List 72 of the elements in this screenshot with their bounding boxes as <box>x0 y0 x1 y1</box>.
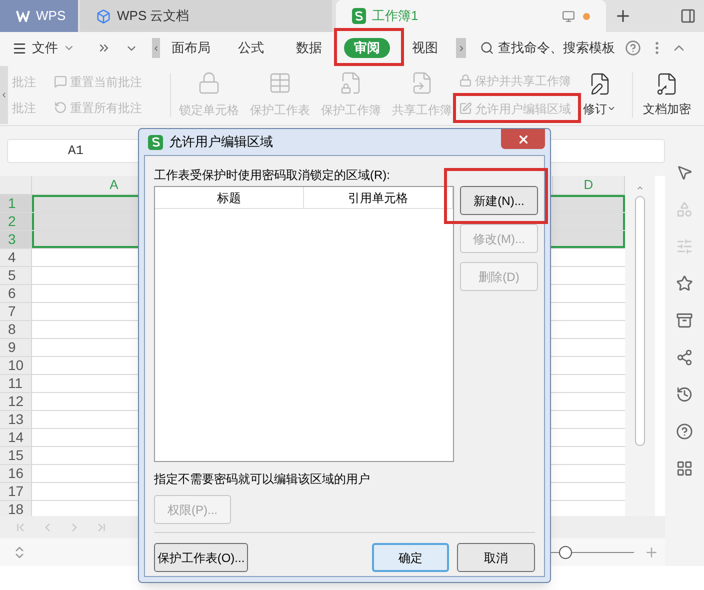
users-label: 指定不需要密码就可以编辑该区域的用户 <box>154 471 371 488</box>
window-icon[interactable] <box>680 8 696 24</box>
row-header[interactable]: 5 <box>0 267 32 284</box>
document-tab[interactable]: WPS 云文档 <box>80 0 332 32</box>
zoom-in-icon[interactable] <box>644 544 659 560</box>
archive-icon[interactable] <box>676 312 693 329</box>
help-icon[interactable] <box>676 423 693 440</box>
ok-button[interactable]: 确定 <box>372 543 449 572</box>
chevron-left-icon <box>0 90 8 98</box>
help-icon[interactable] <box>625 40 641 56</box>
row-header[interactable]: 7 <box>0 303 32 320</box>
ribbon-tab[interactable]: 公式 <box>238 38 264 58</box>
monitor-icon[interactable] <box>562 10 575 22</box>
row-header[interactable]: 18 <box>0 501 32 516</box>
row-header[interactable]: 14 <box>0 429 32 446</box>
new-tab-icon[interactable] <box>614 7 632 25</box>
history-icon[interactable] <box>676 386 693 403</box>
row-header[interactable]: 17 <box>0 483 32 500</box>
cancel-button[interactable]: 取消 <box>457 543 535 572</box>
scroll-up-icon[interactable] <box>636 184 644 192</box>
cube-icon <box>96 8 111 24</box>
list-column-header[interactable]: 标题 <box>155 187 304 208</box>
scrollbar-thumb[interactable] <box>635 196 645 446</box>
close-icon <box>516 132 530 146</box>
sheet-icon <box>352 8 366 24</box>
menu-icon <box>12 40 27 56</box>
edit-icon <box>459 102 472 115</box>
caret-icon <box>607 104 616 113</box>
file-menu[interactable]: 文件 <box>12 38 75 58</box>
sheet-icon <box>268 70 292 94</box>
list-label: 工作表受保护时使用密码取消锁定的区域(R): <box>154 167 391 184</box>
row-header[interactable]: 10 <box>0 357 32 374</box>
pointer-icon[interactable] <box>676 164 693 181</box>
row-header[interactable]: 9 <box>0 339 32 356</box>
star-icon[interactable] <box>676 275 693 292</box>
chevron-left-icon <box>152 44 160 52</box>
row-header[interactable]: 12 <box>0 393 32 410</box>
ribbon-tab[interactable]: 数据 <box>296 38 322 58</box>
close-button[interactable] <box>501 129 545 149</box>
dialog-title: 允许用户编辑区域 <box>169 133 273 152</box>
ribbon-large-button[interactable]: 修订 <box>583 72 616 118</box>
row-header[interactable]: 13 <box>0 411 32 428</box>
ribbon-large-button[interactable]: 文档加密 <box>632 72 691 118</box>
comment-icon <box>54 75 67 88</box>
row-header[interactable]: 6 <box>0 285 32 302</box>
list-column-header[interactable]: 引用单元格 <box>304 187 453 208</box>
sliders-icon[interactable] <box>676 238 693 255</box>
sheet-icon <box>148 134 163 150</box>
row-header[interactable]: 15 <box>0 447 32 464</box>
row-header[interactable]: 8 <box>0 321 32 338</box>
reset-icon <box>54 101 67 114</box>
dialog-button[interactable]: 保护工作表(O)... <box>154 543 248 572</box>
ribbon-tab[interactable]: 审阅 <box>344 38 390 58</box>
lock-icon <box>197 70 221 94</box>
lock-icon <box>459 74 472 87</box>
document-tab[interactable]: 工作簿1 <box>336 0 606 32</box>
scroll-left-button[interactable] <box>152 38 160 58</box>
logo-icon <box>16 10 30 22</box>
search-command[interactable]: 查找命令、搜索模板 <box>498 38 615 58</box>
scroll-right-button[interactable] <box>456 38 466 58</box>
grid-icon[interactable] <box>676 460 693 477</box>
document-tab[interactable]: WPS <box>0 0 78 32</box>
row-header[interactable]: 16 <box>0 465 32 482</box>
share-icon[interactable] <box>676 349 693 366</box>
range-list[interactable]: 标题 引用单元格 <box>154 186 454 462</box>
row-header[interactable]: 4 <box>0 249 32 266</box>
search-icon[interactable] <box>480 41 494 55</box>
dialog-button[interactable]: 新建(N)... <box>460 186 538 215</box>
row-header[interactable]: 11 <box>0 375 32 392</box>
zoom-thumb[interactable] <box>559 546 572 558</box>
ribbon-tab[interactable]: 面布局 <box>172 38 210 58</box>
ribbon-tab[interactable]: 视图 <box>412 38 438 58</box>
